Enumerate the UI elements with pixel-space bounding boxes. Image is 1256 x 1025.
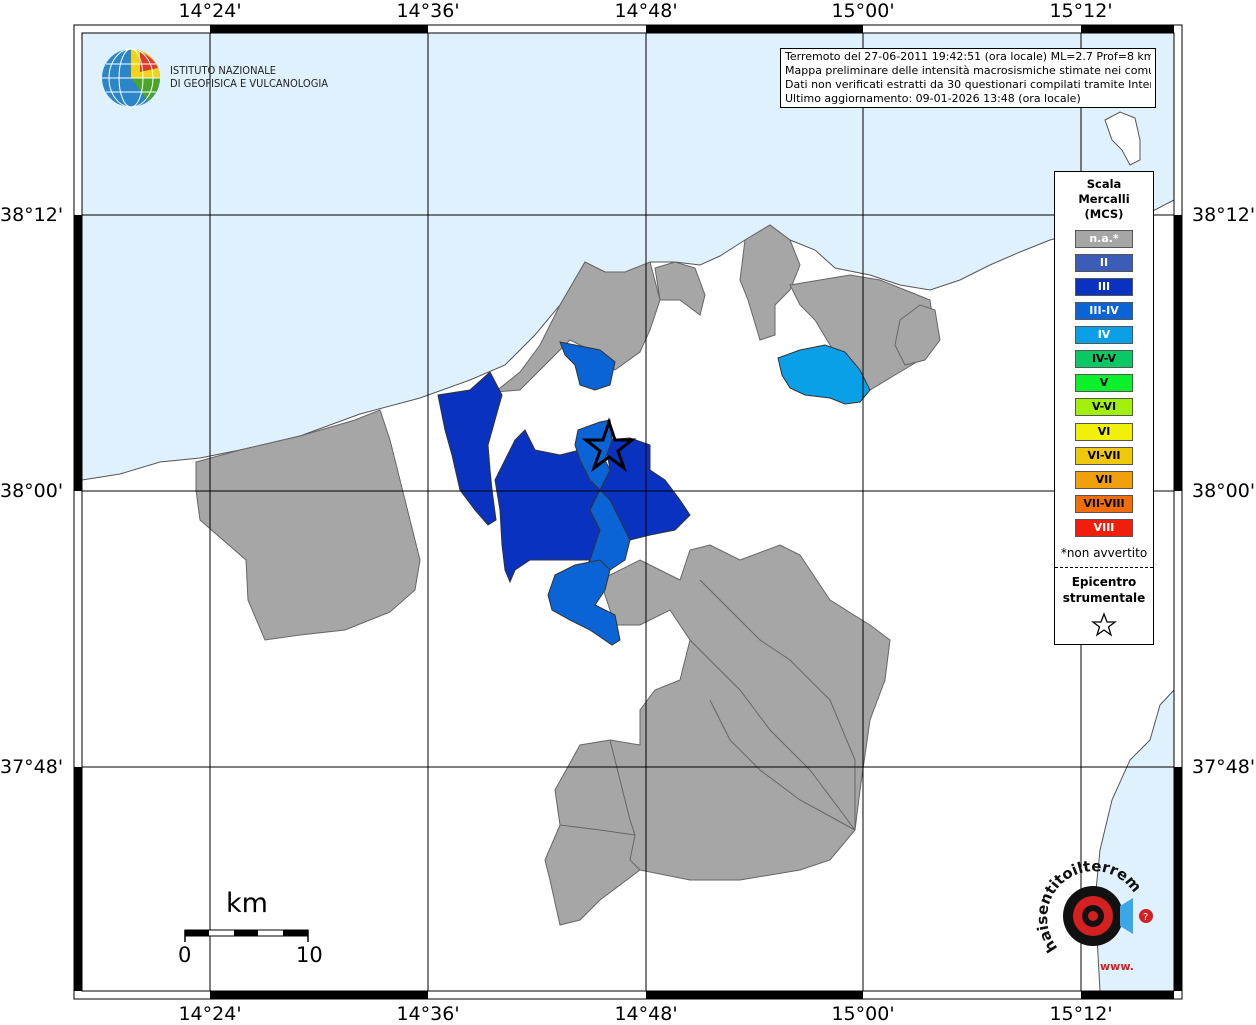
legend-epicenter-title: Epicentro strumentale — [1055, 574, 1153, 606]
event-info-box: Terremoto del 27-06-2011 19:42:51 (ora l… — [780, 48, 1156, 108]
tick-bottom-4: 15°00' — [831, 1003, 895, 1025]
tick-left-1: 38°12' — [0, 204, 64, 226]
legend-item-vi-vii: VI-VII — [1075, 447, 1133, 465]
tick-bottom-3: 14°48' — [614, 1003, 678, 1025]
hsit-logo: ? haisentitoilterremoto.it www. — [1030, 858, 1153, 973]
legend-title-line2: Mercalli — [1078, 192, 1130, 206]
legend-title-line1: Scala — [1086, 177, 1122, 191]
legend-item-v: V — [1075, 374, 1133, 392]
ingv-name: ISTITUTO NAZIONALE DI GEOFISICA E VULCAN… — [170, 64, 328, 90]
legend-item-vii: VII — [1075, 471, 1133, 489]
tick-bottom-2: 14°36' — [396, 1003, 460, 1025]
legend-epicenter-line1: Epicentro — [1071, 575, 1137, 589]
event-info-line1: Terremoto del 27-06-2011 19:42:51 (ora l… — [785, 50, 1151, 63]
tick-top-1: 14°24' — [178, 0, 242, 22]
legend-epicenter-line2: strumentale — [1062, 591, 1146, 605]
ingv-name-line1: ISTITUTO NAZIONALE — [170, 64, 277, 77]
tick-left-3: 37°48' — [0, 756, 64, 778]
event-info-line2: Mappa preliminare delle intensità macros… — [785, 64, 1151, 77]
tick-bottom-1: 14°24' — [178, 1003, 242, 1025]
tick-left-2: 38°00' — [0, 480, 64, 502]
speaker-icon — [1120, 898, 1133, 934]
tick-top-5: 15°12' — [1049, 0, 1113, 22]
legend-title: Scala Mercalli (MCS) — [1055, 177, 1153, 222]
mcs-legend: Scala Mercalli (MCS) n.a.* II III III-IV… — [1054, 171, 1154, 645]
tick-right-1: 38°12' — [1192, 204, 1256, 226]
scalebar-start: 0 — [178, 943, 192, 967]
legend-item-ii: II — [1075, 254, 1133, 272]
tick-top-2: 14°36' — [396, 0, 460, 22]
tick-top-4: 15°00' — [831, 0, 895, 22]
legend-item-iv: IV — [1075, 326, 1133, 344]
legend-item-vi: VI — [1075, 423, 1133, 441]
tick-right-2: 38°00' — [1192, 480, 1256, 502]
event-info-line4: Ultimo aggiornamento: 09-01-2026 13:48 (… — [785, 92, 1081, 105]
legend-divider — [1055, 567, 1153, 568]
ingv-name-line2: DI GEOFISICA E VULCANOLOGIA — [170, 77, 329, 90]
legend-title-line3: (MCS) — [1084, 207, 1124, 221]
tick-right-3: 37°48' — [1192, 756, 1256, 778]
legend-item-v-vi: V-VI — [1075, 398, 1133, 416]
svg-text:?: ? — [1143, 912, 1148, 923]
tick-top-3: 14°48' — [614, 0, 678, 22]
legend-note: *non avvertito — [1060, 546, 1148, 560]
legend-item-viii: VIII — [1075, 519, 1133, 537]
legend-item-iii-iv: III-IV — [1075, 302, 1133, 320]
legend-item-iv-v: IV-V — [1075, 350, 1133, 368]
legend-item-vii-viii: VII-VIII — [1075, 495, 1133, 513]
legend-item-iii: III — [1075, 278, 1133, 296]
hsit-logo-www: www. — [1100, 960, 1134, 973]
tick-bottom-5: 15°12' — [1049, 1003, 1113, 1025]
event-info-line3: Dati non verificati estratti da 30 quest… — [785, 78, 1151, 91]
star-icon — [1091, 612, 1117, 637]
legend-item-na: n.a.* — [1075, 230, 1133, 248]
scalebar-end: 10 — [296, 943, 323, 967]
